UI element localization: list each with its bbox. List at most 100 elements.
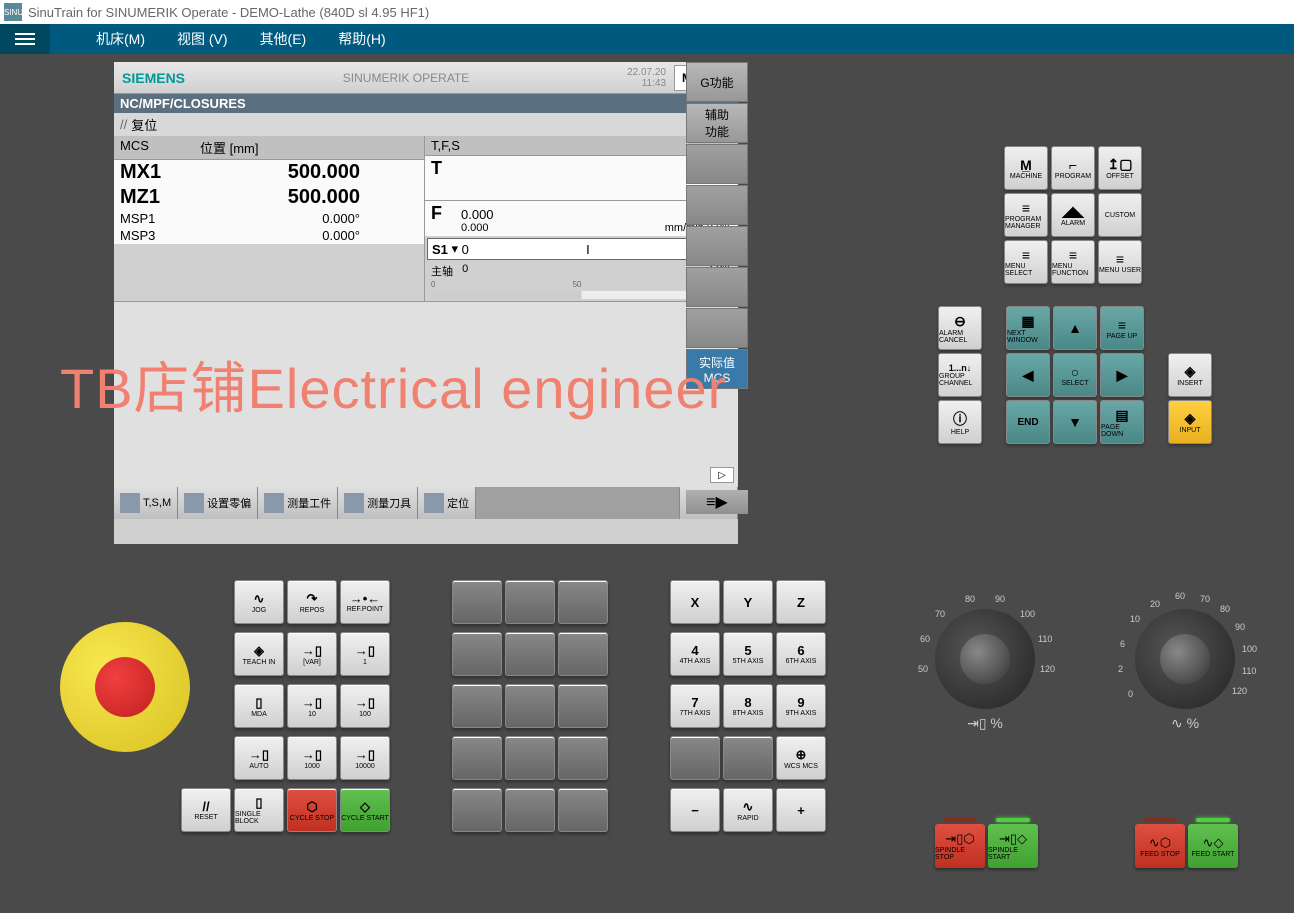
ak-4[interactable]: 44TH AXIS	[670, 632, 720, 676]
brand: SIEMENS	[122, 70, 185, 86]
feed-start-button[interactable]: ∿◇FEED START	[1188, 824, 1238, 868]
nk-page-down[interactable]: ▤PAGE DOWN	[1100, 400, 1144, 444]
hotkey-grid: M̲MACHINE ⌐PROGRAM ↥▢OFFSET ≡PROGRAM MAN…	[1004, 146, 1142, 287]
side-softkeys: G功能 辅助 功能 实际值 MCS ≡▶	[686, 62, 748, 514]
sk-7[interactable]	[686, 308, 748, 348]
nk-select[interactable]: ○SELECT	[1053, 353, 1097, 397]
program-path: NC/MPF/CLOSURES	[114, 94, 738, 113]
tab-tsm[interactable]: T,S,M	[114, 487, 178, 519]
mk-inc100[interactable]: →▯100	[340, 684, 390, 728]
ak-minus[interactable]: −	[670, 788, 720, 832]
hk-menu-select[interactable]: ≡MENU SELECT	[1004, 240, 1048, 284]
sk-actual-mcs[interactable]: 实际值 MCS	[686, 349, 748, 389]
ak-y[interactable]: Y	[723, 580, 773, 624]
sk-3[interactable]	[686, 144, 748, 184]
nk-group-channel[interactable]: 1...n↓GROUP CHANNEL	[938, 353, 982, 397]
spindle-buttons: ⇥▯⬡SPINDLE STOP ⇥▯◇SPINDLE START	[935, 824, 1038, 868]
nk-end[interactable]: END	[1006, 400, 1050, 444]
ak-6[interactable]: 66TH AXIS	[776, 632, 826, 676]
tab-zero[interactable]: 设置零偏	[178, 487, 258, 519]
ak-z[interactable]: Z	[776, 580, 826, 624]
mk-teachin[interactable]: ◈TEACH IN	[234, 632, 284, 676]
ak-5[interactable]: 55TH AXIS	[723, 632, 773, 676]
titlebar: SINU SinuTrain for SINUMERIK Operate - D…	[0, 0, 1294, 24]
blank-keys	[452, 580, 608, 840]
axis-mz1: MZ1500.000	[114, 185, 424, 210]
sk-5[interactable]	[686, 226, 748, 266]
sk-4[interactable]	[686, 185, 748, 225]
tab-measure-work[interactable]: 测量工件	[258, 487, 338, 519]
tab-position[interactable]: 定位	[418, 487, 476, 519]
menu-other[interactable]: 其他(E)	[244, 29, 323, 49]
emergency-stop[interactable]	[60, 622, 190, 752]
spindle-override-dial[interactable]: 50 60 70 80 90 100 110 120 ⇥▯ %	[920, 594, 1050, 724]
hamburger-button[interactable]	[0, 24, 50, 54]
hk-alarm[interactable]: ◢◣ALARM	[1051, 193, 1095, 237]
hk-menu-user[interactable]: ≡MENU USER	[1098, 240, 1142, 284]
app-icon: SINU	[4, 3, 22, 21]
tab-measure-tool[interactable]: 测量刀具	[338, 487, 418, 519]
ak-9[interactable]: 99TH AXIS	[776, 684, 826, 728]
operate-label: SINUMERIK OPERATE	[185, 71, 627, 85]
axis-keys: X Y Z 44TH AXIS 55TH AXIS 66TH AXIS 77TH…	[670, 580, 826, 840]
ak-8[interactable]: 88TH AXIS	[723, 684, 773, 728]
ak-x[interactable]: X	[670, 580, 720, 624]
mk-inc10000[interactable]: →▯10000	[340, 736, 390, 780]
mk-auto[interactable]: →▯AUTO	[234, 736, 284, 780]
menubar: 机床(M) 视图 (V) 其他(E) 帮助(H)	[0, 24, 1294, 54]
spindle-start-button[interactable]: ⇥▯◇SPINDLE START	[988, 824, 1038, 868]
bottom-tabs: T,S,M 设置零偏 测量工件 测量刀具 定位 切削	[114, 487, 738, 519]
mk-mda[interactable]: ▯MDA	[234, 684, 284, 728]
nk-input[interactable]: ◈INPUT	[1168, 400, 1212, 444]
hk-custom[interactable]: CUSTOM	[1098, 193, 1142, 237]
hk-program[interactable]: ⌐PROGRAM	[1051, 146, 1095, 190]
sk-aux[interactable]: 辅助 功能	[686, 103, 748, 143]
mk-cycle-start[interactable]: ◇CYCLE START	[340, 788, 390, 832]
feed-stop-button[interactable]: ∿⬡FEED STOP	[1135, 824, 1185, 868]
mk-inc10[interactable]: →▯10	[287, 684, 337, 728]
ak-rapid[interactable]: ∿RAPID	[723, 788, 773, 832]
hk-menu-func[interactable]: ≡MENU FUNCTION	[1051, 240, 1095, 284]
nk-up[interactable]: ▲	[1053, 306, 1097, 350]
mk-inc1[interactable]: →▯1	[340, 632, 390, 676]
reset-status: 复位	[114, 113, 738, 136]
mk-repos[interactable]: ↷REPOS	[287, 580, 337, 624]
nk-insert[interactable]: ◈INSERT	[1168, 353, 1212, 397]
ak-7[interactable]: 77TH AXIS	[670, 684, 720, 728]
mk-inc1000[interactable]: →▯1000	[287, 736, 337, 780]
sk-expand[interactable]: ≡▶	[686, 490, 748, 514]
feed-override-dial[interactable]: 0 2 6 10 20 60 70 80 90 100 110 120 ∿ %	[1120, 594, 1250, 724]
sk-gfunc[interactable]: G功能	[686, 62, 748, 102]
hk-offset[interactable]: ↥▢OFFSET	[1098, 146, 1142, 190]
nk-page-up[interactable]: ≡PAGE UP	[1100, 306, 1144, 350]
mk-reset[interactable]: //RESET	[181, 788, 231, 832]
work-area: ▷	[114, 301, 738, 487]
nk-down[interactable]: ▼	[1053, 400, 1097, 444]
nk-help[interactable]: ⓘHELP	[938, 400, 982, 444]
mk-single-block[interactable]: ▯SINGLE BLOCK	[234, 788, 284, 832]
menu-machine[interactable]: 机床(M)	[80, 29, 161, 49]
hk-prog-mgr[interactable]: ≡PROGRAM MANAGER	[1004, 193, 1048, 237]
cnc-screen: SIEMENS SINUMERIK OPERATE 22.07.2011:43 …	[114, 62, 738, 544]
mode-keys: ∿JOG ↷REPOS →•←REF.POINT ◈TEACH IN →▯[VA…	[234, 580, 390, 840]
ak-plus[interactable]: +	[776, 788, 826, 832]
feed-buttons: ∿⬡FEED STOP ∿◇FEED START	[1135, 824, 1238, 868]
spindle-stop-button[interactable]: ⇥▯⬡SPINDLE STOP	[935, 824, 985, 868]
nk-alarm-cancel[interactable]: ⊖ALARM CANCEL	[938, 306, 982, 350]
nk-next-window[interactable]: ▦NEXT WINDOW	[1006, 306, 1050, 350]
menu-view[interactable]: 视图 (V)	[161, 29, 244, 49]
nav-grid: ⊖ALARM CANCEL ▦NEXT WINDOW ▲ ≡PAGE UP 1.…	[938, 306, 1212, 447]
mk-cycle-stop[interactable]: ⬡CYCLE STOP	[287, 788, 337, 832]
mk-jog[interactable]: ∿JOG	[234, 580, 284, 624]
nk-left[interactable]: ◀	[1006, 353, 1050, 397]
axis-mx1: MX1500.000	[114, 160, 424, 185]
nk-right[interactable]: ▶	[1100, 353, 1144, 397]
axis-msp3: MSP30.000°	[114, 227, 424, 244]
sk-6[interactable]	[686, 267, 748, 307]
mk-var[interactable]: →▯[VAR]	[287, 632, 337, 676]
menu-help[interactable]: 帮助(H)	[322, 29, 401, 49]
mk-refpoint[interactable]: →•←REF.POINT	[340, 580, 390, 624]
hk-machine[interactable]: M̲MACHINE	[1004, 146, 1048, 190]
ak-wcs-mcs[interactable]: ⊕WCS MCS	[776, 736, 826, 780]
window-title: SinuTrain for SINUMERIK Operate - DEMO-L…	[28, 5, 429, 20]
